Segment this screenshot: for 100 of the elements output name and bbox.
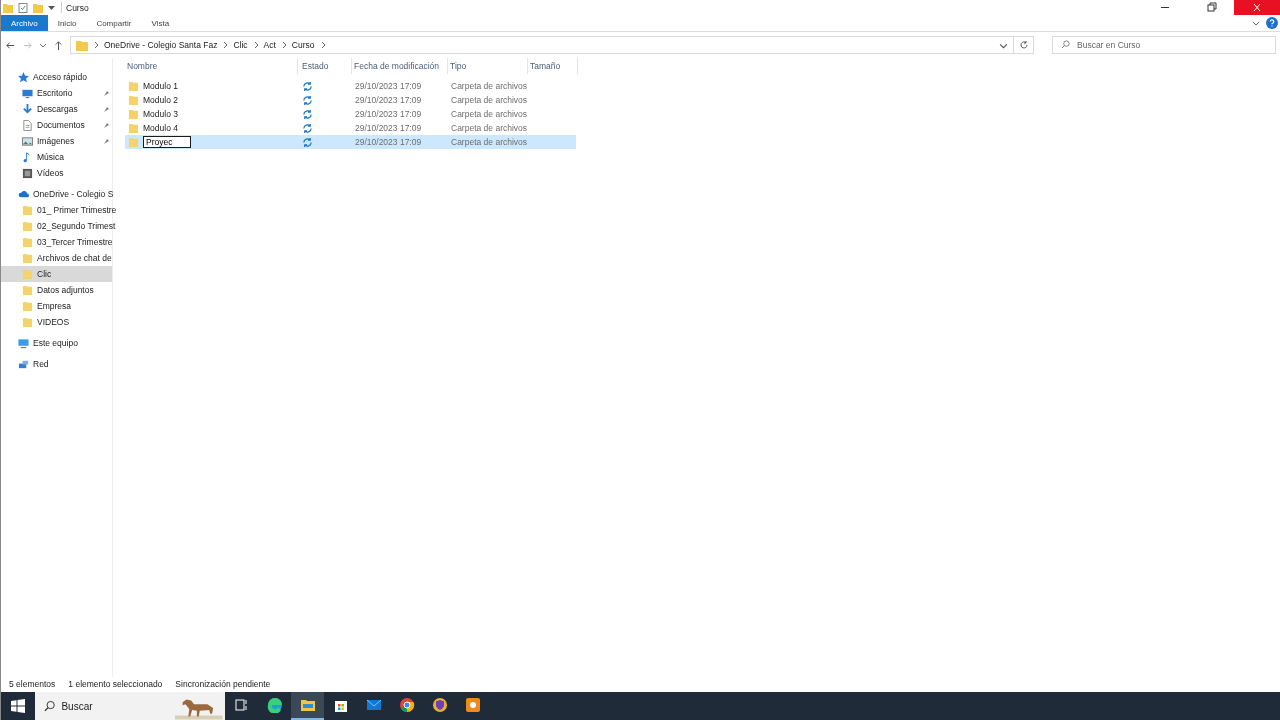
chevron-icon[interactable]	[280, 41, 287, 49]
sidebar-item[interactable]: Escritorio	[1, 85, 112, 101]
ribbon-tab[interactable]: Archivo	[1, 15, 48, 31]
type-cell-text: Carpeta de archivos	[450, 95, 528, 105]
taskbar-search-box[interactable]: Buscar	[35, 692, 225, 720]
dropdown-icon[interactable]	[48, 4, 55, 11]
column-header[interactable]: Estado	[298, 58, 352, 74]
sidebar-label: OneDrive - Colegio S	[33, 189, 114, 199]
sidebar-label: Acceso rápido	[33, 72, 87, 82]
breadcrumb[interactable]: Curso	[291, 40, 315, 50]
column-header[interactable]: Tamaño	[528, 58, 578, 74]
file-name: Modulo 4	[143, 123, 178, 133]
file-row[interactable]: Modulo 3 29/10/2023 17:09 Carpeta de archivos	[125, 107, 576, 121]
sidebar-label: Empresa	[37, 301, 72, 311]
folder-icon	[22, 268, 33, 280]
ribbon-tab[interactable]: Inicio	[47, 15, 87, 31]
folder-icon	[128, 136, 139, 148]
sidebar-item[interactable]: Imágenes	[1, 133, 112, 149]
sidebar-item[interactable]: VIDEOS	[1, 314, 112, 330]
sidebar-label: Archivos de chat de	[37, 253, 112, 263]
search-icon	[1061, 40, 1070, 49]
pin-icon[interactable]	[102, 121, 110, 129]
file-row[interactable]: Modulo 1 29/10/2023 17:09 Carpeta de archivos	[125, 79, 576, 93]
windows-start-icon[interactable]	[11, 699, 25, 713]
sidebar-item[interactable]: Descargas	[1, 101, 112, 117]
column-header[interactable]: Nombre	[125, 58, 298, 74]
sidebar-item[interactable]: Vídeos	[1, 165, 112, 181]
chevron-icon[interactable]	[252, 41, 259, 49]
column-header[interactable]: Tipo	[448, 58, 528, 74]
recorder-icon	[464, 697, 481, 713]
search-icon	[44, 700, 56, 712]
desktop-icon	[22, 87, 33, 99]
pin-icon[interactable]	[102, 89, 110, 97]
folder-icon	[128, 108, 139, 120]
date-cell-text: 29/10/2023 17:09	[354, 123, 423, 133]
file-row[interactable]: Modulo 4 29/10/2023 17:09 Carpeta de archivos	[125, 121, 576, 135]
folder-icon	[22, 220, 33, 232]
mail-icon	[365, 697, 382, 713]
breadcrumb[interactable]: OneDrive - Colegio Santa Faz	[104, 40, 218, 50]
file-row[interactable]: Proyec 29/10/2023 17:09 Carpeta de archivos	[125, 135, 576, 149]
pin-icon[interactable]	[102, 105, 110, 113]
ribbon-tab[interactable]: Vista	[141, 15, 180, 31]
file-row[interactable]: Modulo 2 29/10/2023 17:09 Carpeta de archivos	[125, 93, 576, 107]
pin-icon[interactable]	[102, 137, 110, 145]
folder-icon	[22, 252, 33, 264]
sidebar-item[interactable]: Este equipo	[1, 335, 112, 351]
sidebar-label: 03_Tercer Trimestre	[37, 237, 113, 247]
horse-drawing	[175, 696, 223, 720]
rename-field[interactable]: Proyec	[143, 136, 191, 148]
search-field[interactable]: Buscar en Curso	[1052, 36, 1276, 54]
network-icon	[18, 358, 29, 370]
type-cell-text: Carpeta de archivos	[450, 123, 528, 133]
image-icon	[22, 135, 33, 147]
chevron-icon[interactable]	[222, 41, 229, 49]
folder-icon	[22, 204, 33, 216]
status-text: Sincronización pendiente	[175, 678, 271, 689]
recent-icon[interactable]	[39, 41, 47, 49]
sidebar-label: Escritorio	[37, 88, 74, 98]
chrome-icon	[398, 697, 415, 713]
status-text: 1 elemento seleccionado	[68, 678, 163, 689]
date-cell-text: 29/10/2023 17:09	[354, 137, 423, 147]
sidebar-item[interactable]: Archivos de chat de	[1, 250, 112, 266]
properties-icon[interactable]	[18, 2, 28, 13]
chevron-icon[interactable]	[1252, 19, 1260, 27]
sidebar-item[interactable]: Documentos	[1, 117, 112, 133]
folder-icon	[299, 697, 316, 713]
task-view-icon	[233, 697, 250, 713]
sidebar-item[interactable]: Acceso rápido	[1, 69, 112, 85]
address-bar[interactable]: OneDrive - Colegio Santa Faz Clic Act Curso	[70, 36, 1014, 54]
refresh-button[interactable]	[1014, 36, 1034, 54]
chevron-icon[interactable]	[93, 41, 99, 49]
sidebar-item[interactable]: Red	[1, 356, 112, 372]
sidebar-item[interactable]: OneDrive - Colegio S	[1, 186, 112, 202]
type-cell-text: Carpeta de archivos	[450, 137, 528, 147]
sidebar-label: Vídeos	[37, 168, 65, 178]
column-header[interactable]: Fecha de modificación	[352, 58, 448, 74]
sync-icon	[302, 94, 313, 106]
sync-icon	[302, 80, 313, 92]
chevron-icon[interactable]	[319, 41, 326, 49]
breadcrumb[interactable]: Act	[263, 40, 276, 50]
breadcrumb[interactable]: Clic	[233, 40, 248, 50]
ribbon-tab[interactable]: Compartir	[86, 15, 142, 31]
shield-icon	[431, 697, 448, 713]
download-icon	[22, 103, 33, 115]
window-title: Curso	[66, 2, 89, 13]
sidebar-label: Imágenes	[37, 136, 76, 146]
sidebar-label: 02_Segundo Trimest	[37, 221, 116, 231]
file-name: Modulo 1	[143, 81, 178, 91]
up-icon[interactable]	[53, 39, 64, 51]
sidebar-item[interactable]: Clic	[1, 266, 112, 282]
date-cell-text: 29/10/2023 17:09	[354, 109, 423, 119]
sidebar-label: Descargas	[37, 104, 79, 114]
sidebar-item[interactable]: Música	[1, 149, 112, 165]
document-icon	[22, 119, 33, 131]
sidebar-item[interactable]: 03_Tercer Trimestre	[1, 234, 112, 250]
sidebar-item[interactable]: Empresa	[1, 298, 112, 314]
help-icon[interactable]	[1266, 17, 1278, 29]
sync-icon	[302, 122, 313, 134]
file-name: Modulo 2	[143, 95, 178, 105]
sidebar-item[interactable]: Datos adjuntos	[1, 282, 112, 298]
